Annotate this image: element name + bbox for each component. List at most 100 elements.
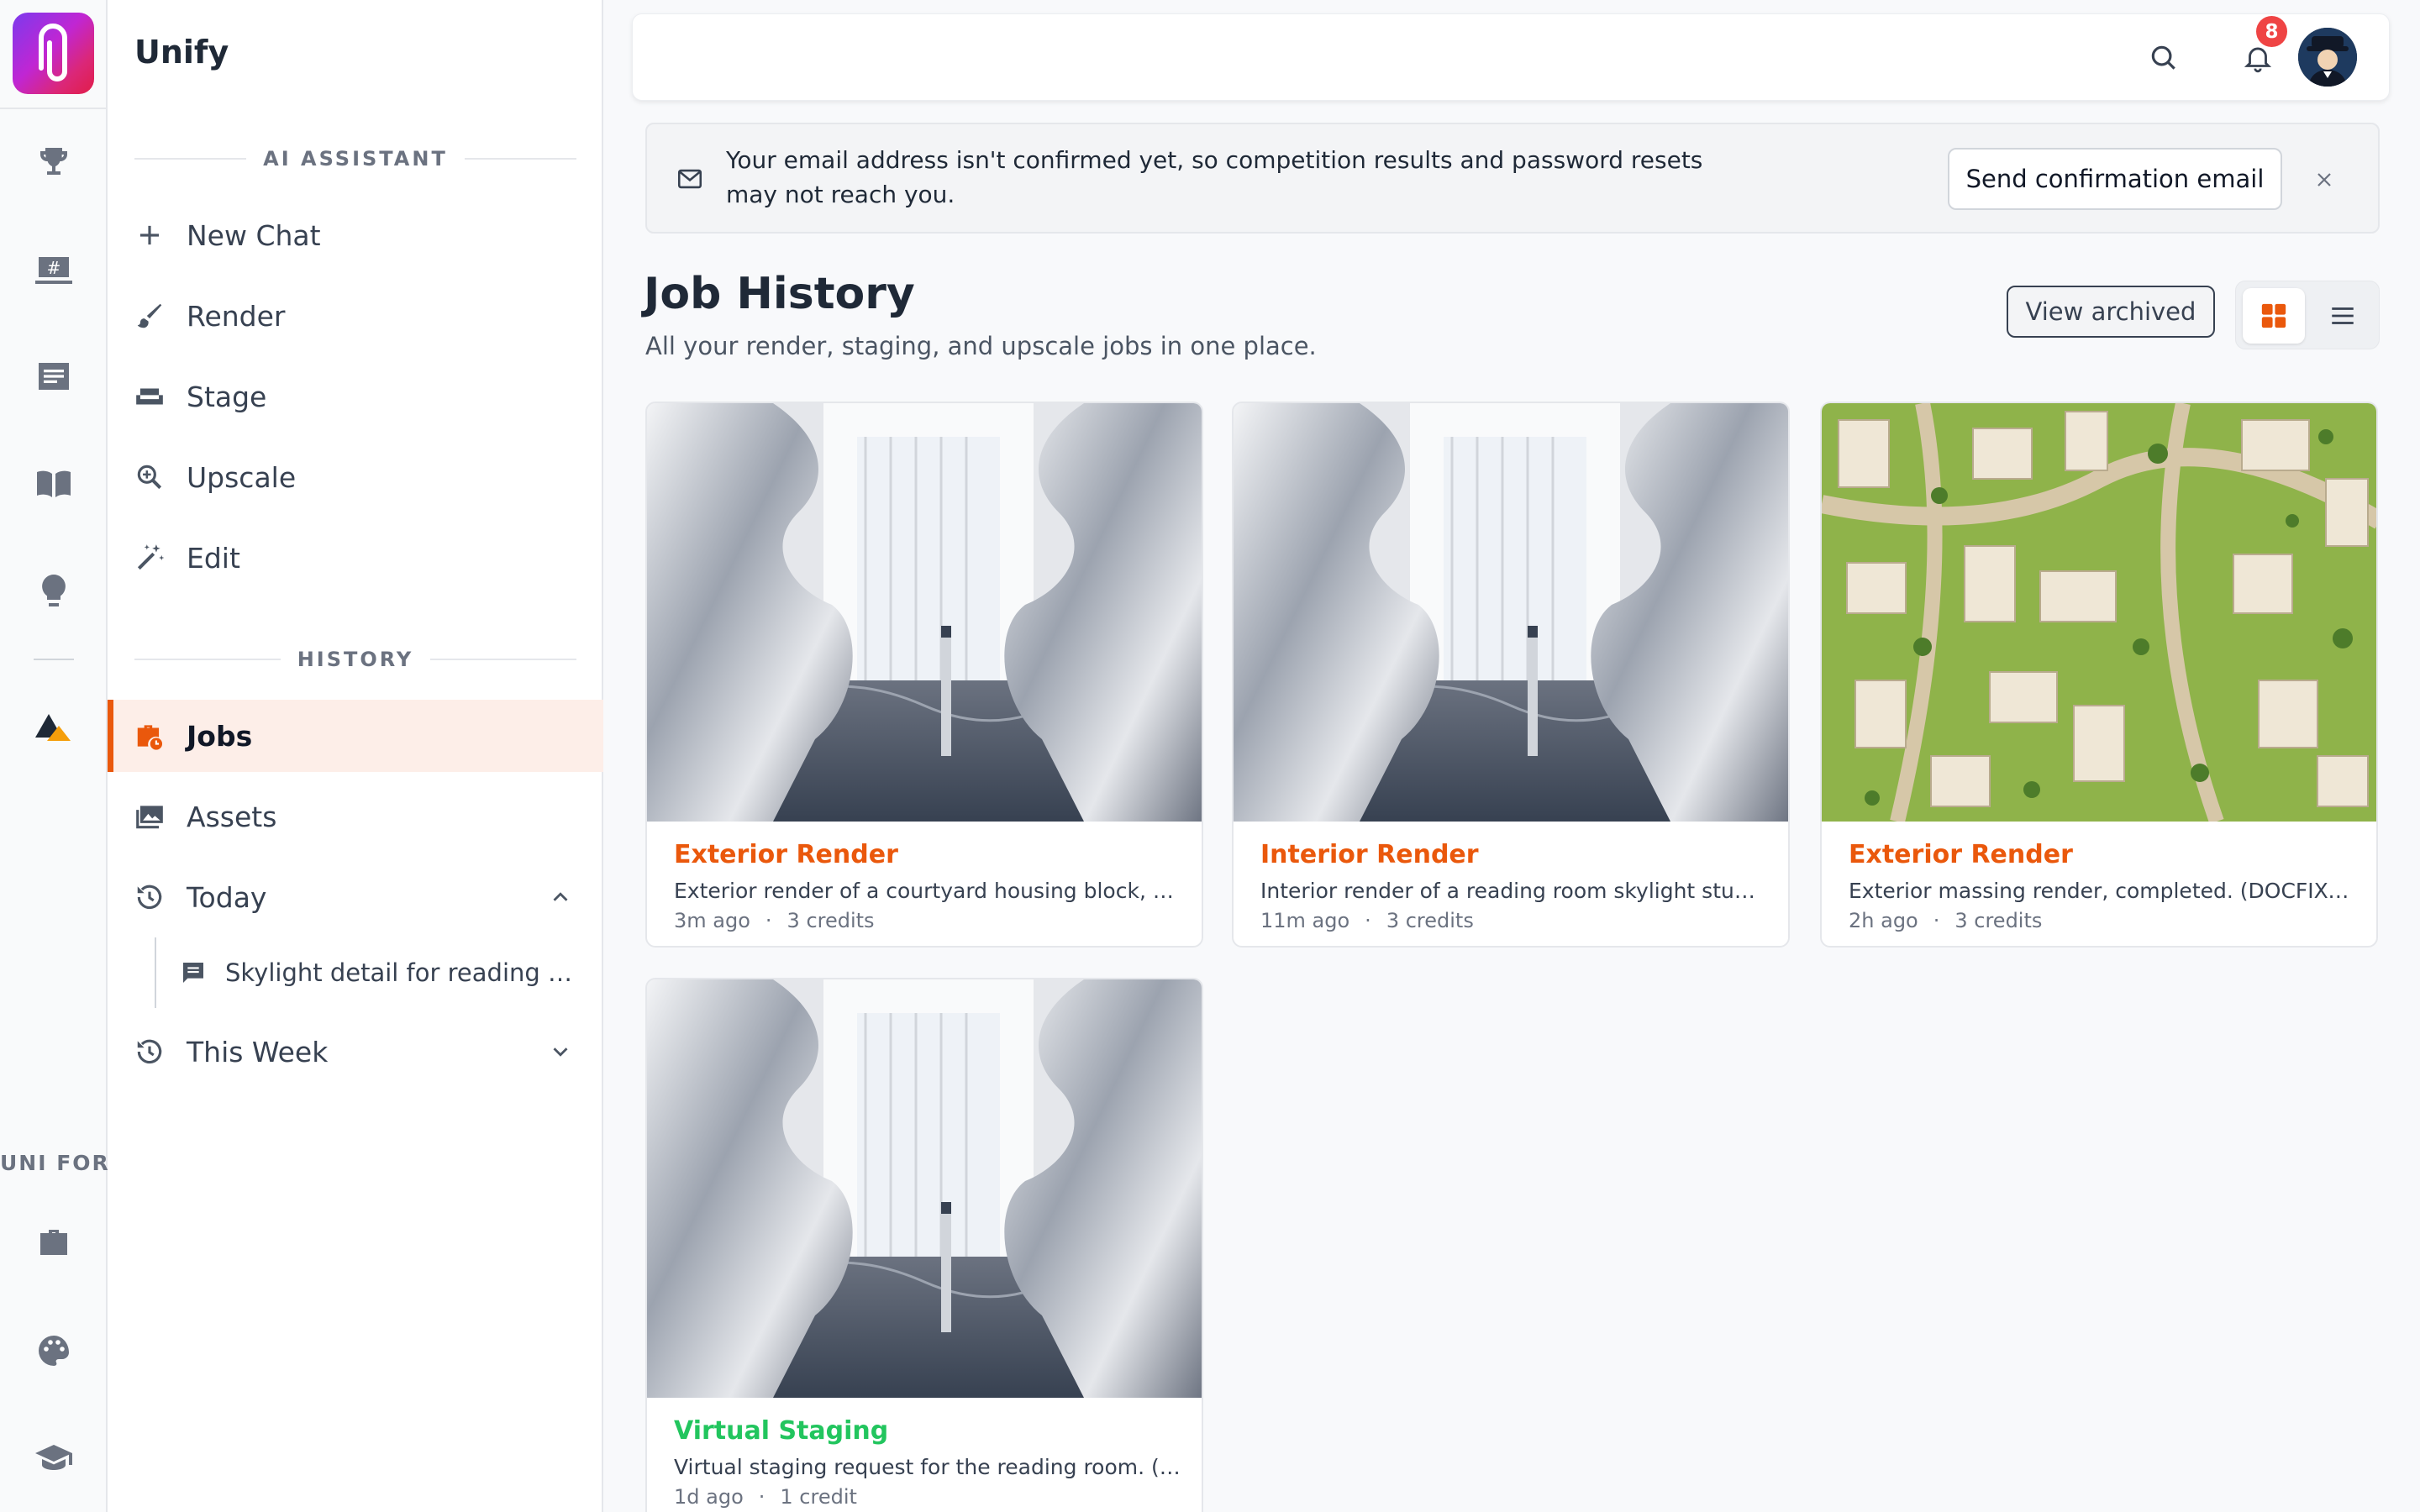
job-type: Interior Render [1260,840,1479,869]
page-title: Job History [644,269,915,319]
lightbulb-icon[interactable] [32,570,76,613]
sidebar-item-label: Today [187,880,267,914]
job-description: Virtual staging request for the reading … [674,1455,1181,1479]
user-avatar[interactable] [2298,28,2357,87]
top-bar: 8 [632,13,2390,101]
send-confirmation-email-button[interactable]: Send confirmation email [1948,148,2282,210]
job-card[interactable]: Exterior Render Exterior render of a cou… [645,402,1203,948]
book-icon[interactable] [32,462,76,506]
paperclip-logo-icon [39,24,67,81]
notification-count-badge: 8 [2256,16,2287,47]
job-type: Exterior Render [1849,840,2073,869]
rail-separator [34,659,74,660]
chat-bubble-icon [183,963,203,983]
job-meta: 1d ago · 1 credit [674,1485,857,1509]
triangle-brand-icon[interactable] [32,707,76,751]
job-thumbnail [647,979,1202,1398]
sofa-icon [133,380,166,413]
svg-text:#: # [47,258,61,278]
mail-icon [677,169,702,189]
search-button[interactable] [2139,33,2189,83]
job-card[interactable]: Interior Render Interior render of a rea… [1232,402,1790,948]
sidebar-item-assets[interactable]: Assets [108,780,603,853]
sidebar-item-label: Edit [187,541,240,575]
search-icon [2151,45,2175,70]
view-archived-button[interactable]: View archived [2007,286,2215,338]
rail-section-label: UNI FOR [0,1151,108,1175]
grid-view-button[interactable] [2243,288,2305,344]
job-credits: 3 credits [1386,909,1474,932]
today-chat-item[interactable]: Skylight detail for reading room [155,937,575,1008]
job-description: Exterior render of a courtyard housing b… [674,879,1181,903]
trophy-icon[interactable] [32,139,76,183]
history-icon [133,880,166,914]
brush-icon [133,299,166,333]
page-subtitle: All your render, staging, and upscale jo… [645,332,1317,360]
job-meta: 3m ago · 3 credits [674,909,875,932]
app-logo[interactable] [13,13,94,94]
briefcase-clock-icon [133,719,166,753]
zoom-icon [133,460,166,494]
job-description: Exterior massing render, completed. (DOC… [1849,879,2356,903]
news-icon[interactable] [32,354,76,398]
graduation-cap-icon[interactable] [32,1436,76,1480]
list-icon [2332,307,2354,324]
job-meta: 11m ago · 3 credits [1260,909,1474,932]
close-alert-button[interactable] [2307,163,2341,197]
sidebar-item-stage[interactable]: Stage [108,360,603,433]
job-card[interactable]: Virtual Staging Virtual staging request … [645,978,1203,1512]
sidebar-item-label: New Chat [187,218,321,252]
email-confirmation-alert: Your email address isn't confirmed yet, … [645,123,2380,234]
sidebar-item-label: Assets [187,800,277,833]
job-credits: 3 credits [786,909,875,932]
plus-icon [133,218,166,252]
sidebar-item-this-week[interactable]: This Week [108,1016,603,1088]
icon-rail: # UNI FOR [0,0,108,1512]
job-meta: 2h ago · 3 credits [1849,909,2043,932]
job-credits: 1 credit [780,1485,857,1509]
job-description: Interior render of a reading room skylig… [1260,879,1768,903]
briefcase-icon[interactable] [32,1221,76,1265]
history-icon [133,1035,166,1068]
job-credits: 3 credits [1954,909,2043,932]
job-time: 1d ago [674,1485,744,1509]
job-card[interactable]: Exterior Render Exterior massing render,… [1820,402,2378,948]
list-view-button[interactable] [2312,288,2374,344]
sidebar-item-today[interactable]: Today [108,861,603,933]
chevron-down-icon[interactable] [548,1039,573,1064]
avatar-image [2298,28,2357,87]
job-time: 3m ago [674,909,750,932]
job-time: 11m ago [1260,909,1350,932]
sidebar-item-edit[interactable]: Edit [108,522,603,594]
sidebar-item-label: Render [187,299,286,333]
magic-wand-icon [133,541,166,575]
sidebar-item-label: Upscale [187,460,297,494]
alert-message: Your email address isn't confirmed yet, … [726,146,1703,208]
hashtag-screen-icon[interactable]: # [32,247,76,291]
today-chat-label: Skylight detail for reading room [225,958,575,987]
sidebar-item-render[interactable]: Render [108,280,603,352]
job-type: Virtual Staging [674,1416,889,1446]
sidebar-item-label: Jobs [187,719,253,753]
chevron-up-icon[interactable] [548,885,573,910]
section-header-history: HISTORY [134,647,576,672]
sidebar-item-new-chat[interactable]: New Chat [108,199,603,271]
images-icon [133,800,166,833]
sidebar: Unify AI ASSISTANT New Chat Render Stage… [108,0,603,1512]
job-time: 2h ago [1849,909,1918,932]
sidebar-item-label: This Week [187,1035,329,1068]
grid-icon [2261,303,2286,328]
section-header-ai-assistant: AI ASSISTANT [134,146,576,171]
sidebar-item-jobs[interactable]: Jobs [108,700,603,772]
job-thumbnail [1234,403,1788,822]
sidebar-item-upscale[interactable]: Upscale [108,441,603,513]
job-thumbnail [647,403,1202,822]
job-type: Exterior Render [674,840,898,869]
palette-icon[interactable] [32,1329,76,1373]
rail-divider [0,108,108,109]
app-name: Unify [134,34,229,71]
close-icon [2317,173,2331,186]
view-mode-toggle [2235,281,2380,349]
job-thumbnail [1822,403,2376,822]
sidebar-item-label: Stage [187,380,267,413]
